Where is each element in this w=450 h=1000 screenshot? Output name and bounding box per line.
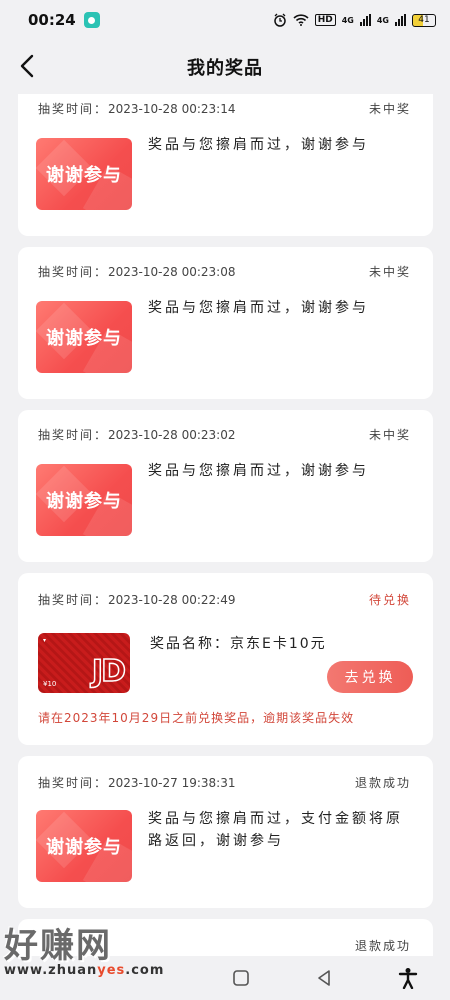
prize-name: 奖品名称：京东E卡10元 bbox=[150, 636, 327, 652]
record-status: 退款成功 bbox=[354, 939, 411, 953]
record-description: 奖品与您擦肩而过，谢谢参与 bbox=[148, 463, 369, 479]
battery-icon: 41 bbox=[412, 13, 436, 27]
alarm-icon bbox=[273, 13, 286, 27]
wifi-icon bbox=[293, 14, 309, 26]
accessibility-icon[interactable] bbox=[398, 967, 418, 989]
header: 我的奖品 bbox=[0, 40, 450, 94]
jd-logo-icon: ▾ bbox=[43, 637, 47, 644]
watermark-logo: 好赚网 www.zhuanyes.com bbox=[4, 918, 194, 994]
page-title: 我的奖品 bbox=[187, 58, 263, 79]
status-bar: 00:24 HD 4G 4G 41 bbox=[0, 0, 450, 40]
draw-time: 抽奖时间：2023-10-28 00:22:49 bbox=[38, 593, 236, 607]
draw-time: 抽奖时间：2023-10-27 19:38:31 bbox=[38, 776, 236, 790]
prize-record-card: 抽奖时间：2023-10-28 00:23:08 未中奖 谢谢参与 奖品与您擦肩… bbox=[18, 247, 433, 399]
record-status: 未中奖 bbox=[368, 265, 411, 279]
network-4g-label: 4G bbox=[341, 15, 354, 25]
thanks-thumbnail: 谢谢参与 bbox=[36, 810, 132, 882]
signal-icon-2 bbox=[395, 14, 406, 26]
record-status: 未中奖 bbox=[368, 428, 411, 442]
record-status: 未中奖 bbox=[368, 102, 411, 116]
status-time: 00:24 bbox=[28, 11, 76, 29]
record-description: 奖品与您擦肩而过，谢谢参与 bbox=[148, 137, 369, 153]
record-status-pending: 待兑换 bbox=[368, 593, 411, 607]
record-description: 奖品与您擦肩而过，支付金额将原路返回，谢谢参与 bbox=[148, 811, 403, 849]
chat-notification-icon bbox=[83, 12, 100, 28]
signal-icon bbox=[359, 14, 371, 26]
hd-badge: HD bbox=[314, 14, 336, 26]
network-4g-label-2: 4G bbox=[376, 15, 389, 25]
prize-list[interactable]: 抽奖时间：2023-10-28 00:23:14 未中奖 谢谢参与 奖品与您擦肩… bbox=[0, 94, 450, 956]
draw-time: 抽奖时间：2023-10-28 00:23:02 bbox=[38, 428, 236, 442]
jd-card-thumbnail: ▾ ¥10 JD bbox=[38, 633, 130, 693]
home-icon[interactable] bbox=[232, 969, 250, 987]
watermark-url: www.zhuanyes.com bbox=[4, 963, 165, 978]
status-icons: HD 4G 4G 41 bbox=[273, 13, 436, 27]
record-status: 退款成功 bbox=[354, 776, 411, 790]
prize-record-card: 抽奖时间：2023-10-28 00:23:02 未中奖 谢谢参与 奖品与您擦肩… bbox=[18, 410, 433, 562]
back-triangle-icon[interactable] bbox=[315, 969, 333, 987]
system-nav-keys bbox=[190, 956, 450, 1000]
prize-record-card-refund: 抽奖时间：2023-10-27 19:38:31 退款成功 谢谢参与 奖品与您擦… bbox=[18, 756, 433, 908]
draw-time: 抽奖时间：2023-10-28 00:23:14 bbox=[38, 102, 236, 116]
draw-time: 抽奖时间：2023-10-28 00:23:08 bbox=[38, 265, 236, 279]
record-description: 奖品与您擦肩而过，谢谢参与 bbox=[148, 300, 369, 316]
thanks-thumbnail: 谢谢参与 bbox=[36, 138, 132, 210]
prize-record-card: 抽奖时间：2023-10-28 00:23:14 未中奖 谢谢参与 奖品与您擦肩… bbox=[18, 94, 433, 236]
thanks-thumbnail: 谢谢参与 bbox=[36, 301, 132, 373]
prize-record-card-jd: 抽奖时间：2023-10-28 00:22:49 待兑换 ▾ ¥10 JD 奖品… bbox=[18, 573, 433, 745]
thanks-thumbnail: 谢谢参与 bbox=[36, 464, 132, 536]
redeem-button[interactable]: 去兑换 bbox=[327, 661, 413, 693]
back-arrow-icon[interactable] bbox=[14, 52, 42, 80]
watermark-brand: 好赚网 bbox=[4, 926, 112, 966]
redeem-deadline-warning: 请在2023年10月29日之前兑换奖品，逾期该奖品失效 bbox=[38, 711, 355, 725]
